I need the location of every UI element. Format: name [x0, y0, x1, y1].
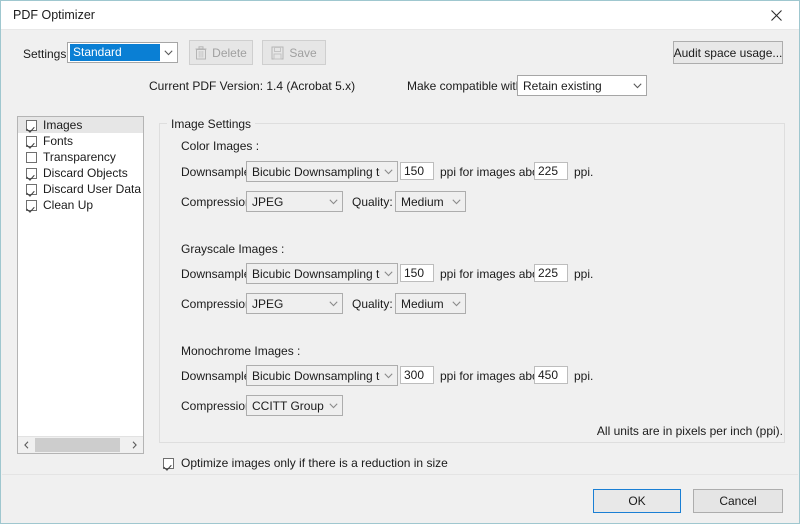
checkbox-discard-objects[interactable]	[26, 167, 37, 179]
delete-button-label: Delete	[212, 45, 247, 60]
audit-space-usage-label: Audit space usage...	[673, 45, 783, 60]
optimize-images-label: Optimize images only if there is a reduc…	[181, 456, 448, 470]
monochrome-downsample-label: Downsample:	[181, 369, 254, 383]
list-item-label: Discard Objects	[43, 166, 128, 180]
grayscale-compression-dropdown[interactable]: JPEG	[246, 293, 343, 314]
list-item[interactable]: Transparency	[18, 149, 143, 165]
grayscale-downsample-dropdown[interactable]: Bicubic Downsampling to	[246, 263, 398, 284]
grayscale-downsample-label: Downsample:	[181, 267, 254, 281]
settings-dropdown[interactable]: Standard	[67, 42, 178, 63]
checkbox-discard-user-data[interactable]	[26, 183, 37, 195]
color-ppi-label: ppi.	[574, 165, 594, 179]
color-compression-value: JPEG	[252, 194, 284, 209]
list-item-label: Images	[43, 118, 83, 132]
checkbox-transparency[interactable]	[26, 151, 37, 163]
pdf-optimizer-dialog: PDF Optimizer Settings: Standard Delete …	[0, 0, 800, 524]
checkbox-fonts[interactable]	[26, 135, 37, 147]
grayscale-ppi-label: ppi.	[574, 267, 594, 281]
monochrome-threshold-ppi-input[interactable]: 450	[534, 366, 568, 384]
scrollbar-track[interactable]	[35, 437, 126, 454]
grayscale-quality-label: Quality:	[352, 297, 393, 311]
scrollbar-thumb[interactable]	[35, 437, 120, 452]
chevron-left-icon[interactable]	[18, 437, 35, 454]
audit-space-usage-button[interactable]: Audit space usage...	[673, 41, 783, 64]
list-item[interactable]: Fonts	[18, 133, 143, 149]
cancel-button[interactable]: Cancel	[693, 489, 783, 513]
color-compression-dropdown[interactable]: JPEG	[246, 191, 343, 212]
save-button[interactable]: Save	[262, 40, 326, 65]
delete-button[interactable]: Delete	[189, 40, 253, 65]
color-downsample-dropdown[interactable]: Bicubic Downsampling to	[246, 161, 398, 182]
list-item[interactable]: Discard User Data	[18, 181, 143, 197]
grayscale-downsample-value: Bicubic Downsampling to	[252, 266, 380, 281]
trash-icon	[195, 45, 207, 60]
grayscale-quality-value: Medium	[401, 296, 444, 311]
color-downsample-ppi-input[interactable]: 150	[400, 162, 434, 180]
color-images-section-title: Color Images :	[181, 139, 260, 153]
units-note: All units are in pixels per inch (ppi).	[596, 424, 783, 438]
chevron-down-icon	[325, 294, 342, 313]
monochrome-images-section-title: Monochrome Images :	[181, 344, 301, 358]
chevron-right-icon[interactable]	[126, 437, 143, 454]
optimize-images-checkbox-row[interactable]: Optimize images only if there is a reduc…	[163, 456, 448, 470]
color-compression-label: Compression:	[181, 195, 256, 209]
color-quality-label: Quality:	[352, 195, 393, 209]
color-quality-value: Medium	[401, 194, 444, 209]
cancel-button-label: Cancel	[719, 494, 757, 508]
monochrome-ppi-label: ppi.	[574, 369, 594, 383]
list-item[interactable]: Discard Objects	[18, 165, 143, 181]
list-item[interactable]: Clean Up	[18, 197, 143, 213]
chevron-down-icon	[448, 192, 465, 211]
monochrome-compression-label: Compression:	[181, 399, 256, 413]
window-title: PDF Optimizer	[13, 8, 95, 22]
color-threshold-ppi-input[interactable]: 225	[534, 162, 568, 180]
chevron-down-icon	[160, 43, 177, 62]
monochrome-downsample-dropdown[interactable]: Bicubic Downsampling to	[246, 365, 398, 386]
ok-button[interactable]: OK	[593, 489, 681, 513]
settings-panel-list[interactable]: Images Fonts Transparency Discard Object…	[17, 116, 144, 454]
title-bar: PDF Optimizer	[1, 1, 799, 30]
list-item-label: Discard User Data	[43, 182, 142, 196]
list-item[interactable]: Images	[18, 117, 143, 133]
current-pdf-version-text: Current PDF Version: 1.4 (Acrobat 5.x)	[149, 79, 356, 93]
list-item-label: Fonts	[43, 134, 74, 148]
floppy-disk-icon	[271, 46, 284, 60]
monochrome-compression-dropdown[interactable]: CCITT Group 4	[246, 395, 343, 416]
chevron-down-icon	[325, 396, 342, 415]
color-quality-dropdown[interactable]: Medium	[395, 191, 466, 212]
chevron-down-icon	[380, 366, 397, 385]
make-compatible-label: Make compatible with:	[407, 79, 526, 93]
chevron-down-icon	[448, 294, 465, 313]
color-downsample-value: Bicubic Downsampling to	[252, 164, 380, 179]
monochrome-downsample-ppi-input[interactable]: 300	[400, 366, 434, 384]
checkbox-clean-up[interactable]	[26, 199, 37, 211]
grayscale-compression-label: Compression:	[181, 297, 256, 311]
checkbox-optimize-images[interactable]	[163, 457, 174, 469]
make-compatible-dropdown[interactable]: Retain existing	[517, 75, 647, 96]
footer-divider	[2, 474, 798, 475]
grayscale-quality-dropdown[interactable]: Medium	[395, 293, 466, 314]
close-icon[interactable]	[754, 1, 799, 29]
settings-label: Settings:	[23, 47, 70, 61]
grayscale-downsample-ppi-input[interactable]: 150	[400, 264, 434, 282]
chevron-down-icon	[380, 264, 397, 283]
ok-button-label: OK	[628, 494, 646, 508]
list-item-label: Transparency	[43, 150, 116, 164]
settings-dropdown-value: Standard	[70, 44, 160, 61]
monochrome-compression-value: CCITT Group 4	[252, 398, 325, 413]
chevron-down-icon	[380, 162, 397, 181]
checkbox-images[interactable]	[26, 119, 37, 131]
grayscale-threshold-ppi-input[interactable]: 225	[534, 264, 568, 282]
chevron-down-icon	[325, 192, 342, 211]
chevron-down-icon	[629, 76, 646, 95]
horizontal-scrollbar[interactable]	[18, 436, 143, 453]
image-settings-group-title: Image Settings	[167, 117, 256, 131]
list-item-label: Clean Up	[43, 198, 94, 212]
grayscale-images-section-title: Grayscale Images :	[181, 242, 285, 256]
monochrome-downsample-value: Bicubic Downsampling to	[252, 368, 380, 383]
make-compatible-value: Retain existing	[523, 78, 602, 93]
grayscale-compression-value: JPEG	[252, 296, 284, 311]
color-downsample-label: Downsample:	[181, 165, 254, 179]
save-button-label: Save	[289, 45, 317, 60]
